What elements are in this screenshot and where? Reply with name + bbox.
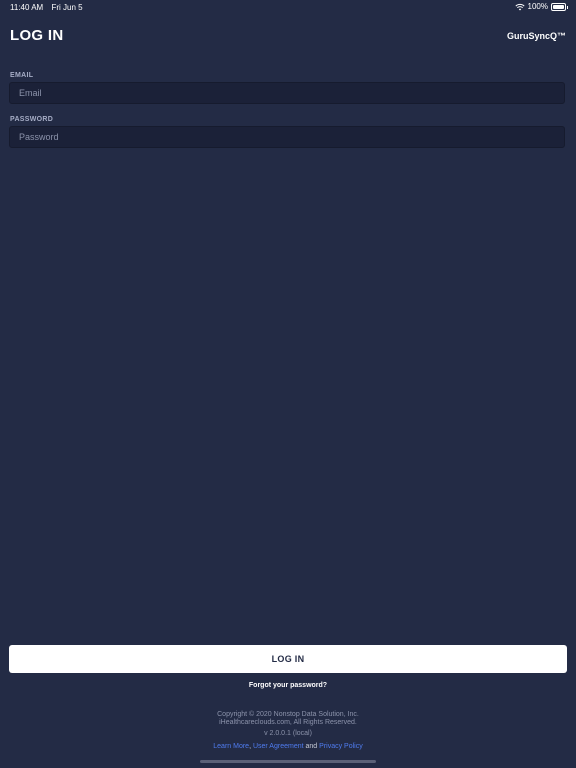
brand-name: GuruSyncQ™ — [506, 31, 566, 41]
email-field[interactable] — [9, 82, 565, 104]
forgot-password-link[interactable]: Forgot your password? — [0, 682, 576, 689]
page-title: LOG IN — [10, 27, 64, 44]
status-time-date: 11:40 AM Fri Jun 5 — [10, 3, 89, 12]
home-indicator[interactable] — [200, 760, 376, 763]
comma-separator: , — [249, 743, 252, 750]
wifi-icon — [514, 3, 525, 10]
login-button[interactable]: LOG IN — [9, 645, 567, 673]
version-text: v 2.0.0.1 (local) — [264, 730, 312, 737]
user-agreement-link[interactable]: User Agreement — [253, 743, 304, 750]
status-bar: 11:40 AM Fri Jun 5 100% — [0, 0, 576, 14]
learn-more-link[interactable]: Learn More — [213, 743, 249, 750]
and-text: and — [305, 743, 318, 750]
copyright-line-1: Copyright © 2020 Nonstop Data Solution, … — [217, 711, 359, 718]
status-date: Fri Jun 5 — [51, 3, 83, 12]
battery-percent: 100% — [527, 2, 548, 11]
privacy-policy-link[interactable]: Privacy Policy — [319, 743, 363, 750]
status-indicators: 100% — [514, 2, 568, 11]
status-time: 11:40 AM — [10, 3, 44, 12]
copyright-line-2: iHealthcareclouds.com, All Rights Reserv… — [219, 719, 357, 726]
password-label: PASSWORD — [10, 116, 54, 123]
password-field[interactable] — [9, 126, 565, 148]
email-label: EMAIL — [10, 72, 34, 79]
battery-icon — [551, 2, 568, 11]
footer-links: Learn More, User Agreement and Privacy P… — [0, 743, 576, 750]
